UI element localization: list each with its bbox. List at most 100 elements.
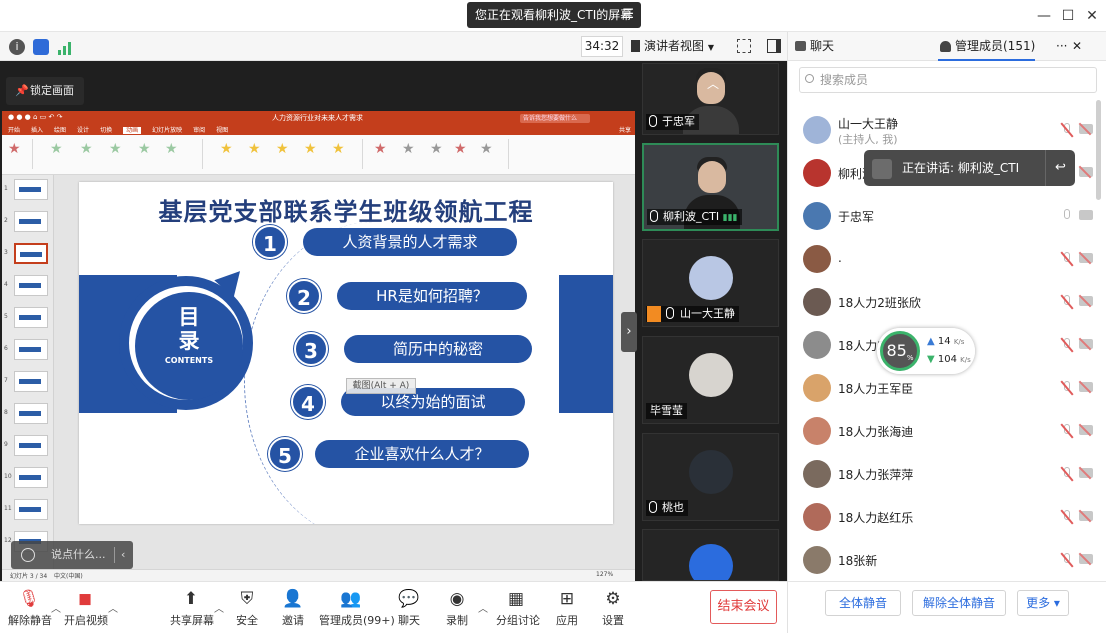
slide-thumbnail[interactable] [14,371,48,392]
maximize-button[interactable]: ☐ [1058,6,1078,26]
mic-off-icon[interactable] [1060,423,1074,439]
invite-button[interactable]: 👤 邀请 [280,582,306,633]
mic-off-icon[interactable] [1060,380,1074,396]
close-button[interactable]: ✕ [1082,6,1102,26]
panel-more-button[interactable]: ··· [1056,32,1067,61]
tab-chat[interactable]: 聊天 [794,32,834,61]
star-icon[interactable]: ★ [50,141,63,157]
camera-off-icon[interactable] [1079,124,1093,134]
star-icon[interactable]: ★ [138,141,151,157]
star-icon[interactable]: ★ [304,141,317,157]
member-search-input[interactable]: 搜索成员 [799,67,1097,93]
camera-off-icon[interactable] [1079,554,1093,564]
video-tile[interactable]: 于忠军 [642,63,779,135]
star-icon[interactable]: ★ [8,141,21,157]
slide-thumbnail[interactable] [14,435,48,456]
panel-close-button[interactable]: ✕ [1072,32,1082,61]
slide-thumbnail[interactable] [14,179,48,200]
member-row[interactable]: 18人力张海迪 [788,411,1093,451]
unmute-button[interactable]: 🎙 解除静音 [8,582,52,633]
member-row[interactable]: 18人力王军臣 [788,368,1093,408]
star-icon[interactable]: ★ [248,141,261,157]
start-video-button[interactable]: ◼ 开启视频 [64,582,108,633]
member-row[interactable]: . [788,239,1093,279]
ppt-tab[interactable]: 设计 [77,127,89,134]
chat-button[interactable]: 💬 聊天 [396,582,422,633]
video-tile[interactable]: 毕雪莹 [642,336,779,424]
ppt-tab[interactable]: 视图 [216,127,228,134]
unmute-all-button[interactable]: 解除全体静音 [912,590,1006,616]
ppt-tab[interactable]: 动画 [123,127,142,134]
camera-off-icon[interactable] [1079,468,1093,478]
sidebar-toggle-icon[interactable] [767,39,781,53]
member-row[interactable]: 18人力赵红乐 [788,497,1093,537]
mic-off-icon[interactable] [1060,294,1074,310]
menu-icon[interactable]: ☰ [622,2,634,28]
star-icon[interactable]: ★ [480,141,493,157]
star-icon[interactable]: ★ [220,141,233,157]
camera-off-icon[interactable] [1079,339,1093,349]
slide-thumbnail[interactable] [14,307,48,328]
ppt-share-button[interactable]: 共享 [619,125,631,134]
ppt-tab[interactable]: 插入 [31,127,43,134]
video-tile[interactable]: 柳利波_CTI ▮▮▮ [642,143,779,231]
chevron-up-icon[interactable]: ︿ [700,75,726,91]
collapse-video-handle[interactable]: › [621,312,637,352]
manage-members-button[interactable]: 👥 管理成员(99+) [319,582,395,633]
mic-off-icon[interactable] [1060,509,1074,525]
ppt-search[interactable]: 告诉我您想要做什么 [520,114,590,123]
star-icon[interactable]: ★ [430,141,443,157]
mic-off-icon[interactable] [1060,122,1074,138]
star-icon[interactable]: ★ [165,141,178,157]
star-icon[interactable]: ★ [402,141,415,157]
fullscreen-icon[interactable] [737,39,751,53]
mic-off-icon[interactable] [1060,251,1074,267]
ppt-tab[interactable]: 绘图 [54,127,66,134]
signal-icon[interactable] [58,39,74,55]
security-button[interactable]: ⛨ 安全 [234,582,260,633]
slide-thumbnail[interactable] [14,499,48,520]
chevron-left-icon[interactable]: ‹ [121,541,125,569]
star-icon[interactable]: ★ [374,141,387,157]
back-icon[interactable]: ↩ [1045,150,1075,186]
video-tile[interactable]: 山一大王静 [642,239,779,327]
member-row[interactable]: 18人力张萍萍 [788,454,1093,494]
star-icon[interactable]: ★ [80,141,93,157]
mic-off-icon[interactable] [1060,552,1074,568]
share-screen-button[interactable]: ⬆ 共享屏幕 [170,582,214,633]
chevron-up-icon[interactable]: ︿ [478,600,488,615]
ppt-tab[interactable]: 切换 [100,127,112,134]
view-mode-button[interactable]: 演讲者视图 ▼ [631,36,727,57]
member-row[interactable]: 山一大王静 (主持人, 我) [788,110,1093,150]
star-icon[interactable]: ★ [332,141,345,157]
member-list-scrollbar[interactable] [1096,100,1101,200]
video-tile[interactable]: 桃也 [642,433,779,521]
member-row[interactable]: 18人力2班张欣 [788,282,1093,322]
chat-input[interactable]: 说点什么... ‹ [11,541,133,569]
camera-off-icon[interactable] [1079,167,1093,177]
network-status-widget[interactable]: 85% ▲ 14 K/s ▼ 104 K/s [877,328,975,374]
ppt-tab[interactable]: 开始 [8,127,20,134]
ppt-tab[interactable]: 幻灯片放映 [152,127,182,134]
mic-icon[interactable] [1061,209,1073,223]
chevron-up-icon[interactable]: ︿ [108,600,118,615]
mic-off-icon[interactable] [1060,466,1074,482]
slide-thumbnail[interactable] [14,339,48,360]
star-icon[interactable]: ★ [454,141,467,157]
smile-icon[interactable] [21,548,35,562]
tab-members[interactable]: 管理成员(151) [938,32,1036,61]
end-meeting-button[interactable]: 结束会议 [710,590,777,624]
member-row[interactable]: 18张新 [788,540,1093,580]
lock-screen-button[interactable]: 📌 锁定画面 [6,77,84,105]
chevron-up-icon[interactable]: ︿ [214,600,224,615]
star-icon[interactable]: ★ [276,141,289,157]
breakout-rooms-button[interactable]: ▦ 分组讨论 [496,582,540,633]
member-row[interactable]: 于忠军 [788,196,1093,236]
ppt-zoom[interactable]: 127% [596,571,613,578]
apps-button[interactable]: ⊞ 应用 [554,582,580,633]
camera-off-icon[interactable] [1079,296,1093,306]
camera-off-icon[interactable] [1079,210,1093,220]
slide-thumbnail[interactable] [14,275,48,296]
camera-off-icon[interactable] [1079,425,1093,435]
mic-off-icon[interactable] [1060,337,1074,353]
